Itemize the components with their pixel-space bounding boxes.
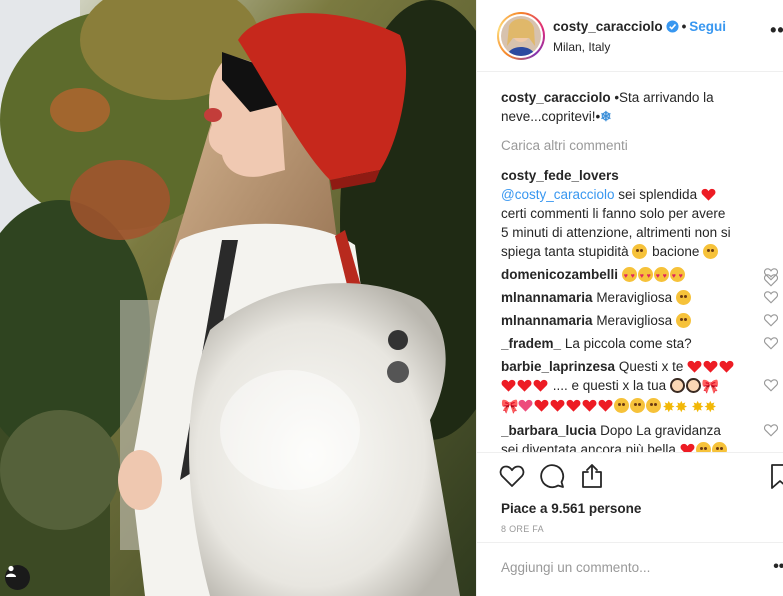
heart-emoji-icon — [550, 399, 565, 412]
snowflake-emoji-icon: ❄ — [600, 109, 612, 124]
heart-emoji-icon — [534, 399, 549, 412]
comment-mention[interactable]: @costy_caracciolo — [501, 187, 615, 202]
post-header: costy_caracciolo •Segui Milan, Italy ••• — [477, 0, 783, 72]
heart-emoji-icon — [701, 188, 716, 201]
girl-emoji-icon — [685, 378, 701, 393]
girl-emoji-icon — [669, 378, 685, 393]
caption-username[interactable]: costy_caracciolo — [501, 90, 611, 105]
comment-text: La piccola come sta? — [564, 336, 692, 351]
instagram-post: costy_caracciolo•Segui Milan, Italy ••• … — [0, 0, 783, 596]
grin-emoji-icon — [630, 398, 646, 413]
post-actions-bar: Piace a 9.561 persone 8 ORE FA — [477, 452, 783, 542]
grin-emoji-icon — [711, 442, 727, 452]
like-comment-heart-icon[interactable] — [764, 337, 778, 350]
comment-item: domenicozambelli — [501, 265, 778, 286]
heart-eyes-emoji-icon — [621, 267, 637, 286]
heart-emoji-icon — [598, 399, 613, 412]
heart-emoji-icon — [533, 379, 548, 392]
comment-text: Meravigliosa — [596, 290, 673, 305]
heart-eyes-emoji-icon — [669, 267, 685, 286]
grin-emoji-icon — [695, 442, 711, 452]
header-user-line: costy_caracciolo • Segui — [553, 19, 726, 34]
header-separator: • — [681, 19, 687, 34]
avatar-image — [501, 16, 541, 56]
load-more-comments-button[interactable]: Carica altri commenti — [501, 136, 783, 155]
smile-emoji-icon — [675, 290, 691, 305]
heart-emoji-icon — [680, 443, 695, 452]
smile-emoji-icon — [675, 313, 691, 328]
avatar[interactable] — [497, 12, 545, 60]
heart-icon[interactable] — [499, 463, 525, 489]
add-comment-bar: ••• — [477, 542, 783, 596]
comment-text: bacione — [652, 244, 700, 259]
verified-badge-icon — [666, 20, 679, 33]
comment-item: _fradem_ La piccola come sta? — [501, 334, 778, 353]
comment-username[interactable]: mlnannamaria — [501, 290, 593, 305]
heart-emoji-icon — [703, 360, 718, 373]
post-timestamp[interactable]: 8 ORE FA — [501, 524, 544, 534]
post-side-panel: costy_caracciolo•Segui Milan, Italy ••• … — [476, 0, 783, 596]
comment-item: mlnannamaria Meravigliosa — [501, 311, 778, 330]
sparkle-star-emoji-icon: ✸ — [675, 399, 688, 416]
heart-emoji-icon — [582, 399, 597, 412]
comment-item: costy_fede_lovers @costy_caracciolo sei … — [501, 166, 778, 287]
sparkle-star-emoji-icon: ✸ — [691, 399, 704, 416]
like-comment-heart-icon[interactable] — [764, 424, 778, 437]
comment-username[interactable]: costy_fede_lovers — [501, 168, 619, 183]
kiss-emoji-icon — [703, 244, 719, 259]
like-comment-heart-icon[interactable] — [764, 291, 778, 304]
comment-input[interactable] — [501, 560, 741, 575]
grin-emoji-icon — [614, 398, 630, 413]
header-username[interactable]: costy_caracciolo — [553, 19, 663, 34]
comment-options-icon[interactable]: ••• — [773, 558, 783, 576]
comment-username[interactable]: domenicozambelli — [501, 267, 618, 282]
likes-count[interactable]: Piace a 9.561 persone — [501, 501, 641, 516]
laughing-emoji-icon — [632, 244, 648, 259]
heart-eyes-emoji-icon — [653, 267, 669, 286]
comments-list: costy_caracciolo •Sta arrivando la neve.… — [501, 88, 783, 452]
comment-icon[interactable] — [539, 463, 565, 489]
heart-emoji-icon — [518, 399, 533, 412]
location-link[interactable]: Milan, Italy — [553, 40, 610, 54]
comment-username[interactable]: _fradem_ — [501, 336, 561, 351]
bookmark-icon[interactable] — [767, 463, 783, 489]
comment-username[interactable]: mlnannamaria — [501, 313, 593, 328]
heart-emoji-icon — [719, 360, 734, 373]
grin-emoji-icon — [646, 398, 662, 413]
sparkle-star-emoji-icon: ✸ — [662, 399, 676, 416]
heart-emoji-icon — [517, 379, 532, 392]
like-comment-heart-icon[interactable] — [764, 379, 778, 392]
comment-text: Questi x te — [618, 359, 684, 374]
sparkle-star-emoji-icon: ✸ — [703, 399, 717, 416]
comment-text: sei splendida — [618, 187, 698, 202]
heart-emoji-icon — [566, 399, 581, 412]
bow-emoji-icon: 🎀 — [501, 398, 519, 414]
share-icon[interactable] — [579, 463, 605, 489]
follow-button[interactable]: Segui — [689, 19, 726, 34]
comment-item: mlnannamaria Meravigliosa — [501, 288, 778, 307]
comment-item: _barbara_lucia Dopo La gravidanza sei di… — [501, 421, 778, 452]
comment-item: barbie_laprinzesa Questi x te .... e que… — [501, 357, 778, 417]
heart-eyes-emoji-icon — [637, 267, 653, 286]
comment-text: Meravigliosa — [596, 313, 673, 328]
comment-username[interactable]: barbie_laprinzesa — [501, 359, 615, 374]
heart-emoji-icon — [687, 360, 702, 373]
user-tag-icon[interactable] — [5, 565, 30, 590]
more-options-icon[interactable]: ••• — [770, 20, 783, 41]
comment-text: .... e questi x la tua — [552, 378, 667, 393]
heart-emoji-icon — [501, 379, 516, 392]
like-comment-heart-icon[interactable] — [764, 314, 778, 327]
bow-emoji-icon: 🎀 — [701, 378, 720, 394]
comment-username[interactable]: _barbara_lucia — [501, 423, 596, 438]
like-comment-heart-icon[interactable] — [764, 268, 778, 281]
post-photo-illustration — [0, 0, 476, 596]
post-photo[interactable] — [0, 0, 476, 596]
post-caption: costy_caracciolo •Sta arrivando la neve.… — [501, 88, 741, 126]
